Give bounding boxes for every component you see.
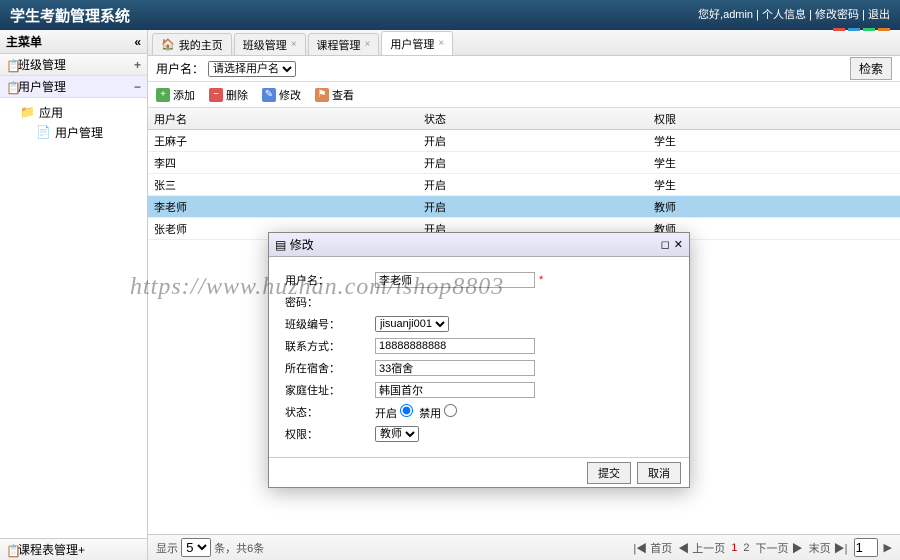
close-icon[interactable]: ×	[291, 39, 297, 50]
expand-icon[interactable]: +	[134, 58, 141, 72]
label-dorm: 所在宿舍：	[285, 360, 375, 376]
close-icon[interactable]: ×	[438, 38, 444, 49]
goto-input[interactable]	[854, 538, 878, 557]
address-input[interactable]	[375, 382, 535, 398]
dialog-titlebar[interactable]: ▤ 修改 ◻ ✕	[269, 233, 689, 257]
edit-button[interactable]: ✎修改	[262, 87, 301, 103]
link-profile[interactable]: 个人信息	[762, 9, 806, 21]
list-icon: 📋	[6, 81, 18, 93]
status-off-radio[interactable]	[444, 404, 457, 417]
prev-page[interactable]: ◀ 上一页	[678, 540, 725, 556]
close-icon[interactable]: ✕	[674, 238, 683, 251]
toolbar: +添加 −删除 ✎修改 ⚑查看	[148, 82, 900, 108]
page-1[interactable]: 1	[731, 542, 737, 554]
filter-bar: 用户名： 请选择用户名 检索	[148, 56, 900, 82]
edit-dialog: ▤ 修改 ◻ ✕ 用户名： * 密码： 班级编号：jisuanji001 联系方式…	[268, 232, 690, 488]
label-contact: 联系方式：	[285, 338, 375, 354]
goto-button[interactable]: ▶	[884, 541, 892, 554]
view-button[interactable]: ⚑查看	[315, 87, 354, 103]
first-page[interactable]: |◀ 首页	[633, 540, 672, 556]
minus-icon: −	[209, 88, 223, 102]
dorm-input[interactable]	[375, 360, 535, 376]
tab-user[interactable]: 用户管理×	[381, 31, 453, 55]
tab-course[interactable]: 课程管理×	[308, 33, 380, 55]
role-select[interactable]: 教师	[375, 426, 419, 442]
welcome-text: 您好,admin	[698, 9, 753, 21]
page-2[interactable]: 2	[743, 542, 749, 554]
submit-button[interactable]: 提交	[587, 462, 631, 484]
username-select[interactable]: 请选择用户名	[208, 61, 296, 77]
add-button[interactable]: +添加	[156, 87, 195, 103]
status-on-radio[interactable]	[400, 404, 413, 417]
link-logout[interactable]: 退出	[868, 9, 890, 21]
next-page[interactable]: 下一页 ▶	[756, 540, 803, 556]
col-role[interactable]: 权限	[648, 108, 900, 129]
label-address: 家庭住址：	[285, 382, 375, 398]
search-button[interactable]: 检索	[850, 57, 892, 80]
sidebar-tree: 📁 应用 📄 用户管理	[0, 98, 147, 146]
col-username[interactable]: 用户名	[148, 108, 418, 129]
app-title: 学生考勤管理系统	[10, 5, 130, 26]
sidebar-item-class[interactable]: 📋 班级管理 +	[0, 54, 147, 76]
label-status: 状态：	[285, 404, 375, 420]
theme-bars	[833, 28, 890, 31]
label-username: 用户名：	[285, 272, 375, 288]
table-row[interactable]: 张三开启学生	[148, 174, 900, 196]
label-class: 班级编号：	[285, 316, 375, 332]
collapse-icon[interactable]: −	[134, 80, 141, 94]
contact-input[interactable]	[375, 338, 535, 354]
expand-icon[interactable]: +	[78, 543, 85, 557]
table-row[interactable]: 李四开启学生	[148, 152, 900, 174]
label-role: 权限：	[285, 426, 375, 442]
filter-label: 用户名：	[156, 60, 204, 77]
required-icon: *	[539, 274, 543, 286]
pencil-icon: ✎	[262, 88, 276, 102]
col-status[interactable]: 状态	[418, 108, 648, 129]
sidebar-item-schedule[interactable]: 📋 课程表管理 +	[0, 538, 147, 560]
table-row[interactable]: 王麻子开启学生	[148, 130, 900, 152]
folder-icon: 📁	[20, 105, 35, 119]
link-password[interactable]: 修改密码	[815, 9, 859, 21]
tree-folder[interactable]: 📁 应用	[20, 102, 147, 122]
close-icon[interactable]: ×	[365, 39, 371, 50]
list-icon: 📋	[6, 59, 18, 71]
username-input[interactable]	[375, 272, 535, 288]
sidebar-title: 主菜单 «	[0, 30, 147, 54]
list-icon: 📋	[6, 544, 18, 556]
app-header: 学生考勤管理系统 您好,admin | 个人信息 | 修改密码 | 退出	[0, 0, 900, 30]
collapse-icon[interactable]: «	[134, 35, 141, 49]
last-page[interactable]: 末页 ▶|	[809, 540, 848, 556]
label-password: 密码：	[285, 294, 375, 310]
tab-bar: 🏠我的主页 班级管理× 课程管理× 用户管理×	[148, 30, 900, 56]
flag-icon: ⚑	[315, 88, 329, 102]
tab-home[interactable]: 🏠我的主页	[152, 33, 232, 55]
dialog-title: 修改	[290, 236, 314, 253]
page-icon: 📄	[36, 125, 51, 139]
table-row[interactable]: 李老师开启教师	[148, 196, 900, 218]
cancel-button[interactable]: 取消	[637, 462, 681, 484]
pager: 显示 5 条，共6条 |◀ 首页 ◀ 上一页 1 2 下一页 ▶ 末页 ▶| ▶	[148, 534, 900, 560]
home-icon: 🏠	[161, 38, 175, 51]
maximize-icon[interactable]: ◻	[661, 238, 670, 251]
tab-class[interactable]: 班级管理×	[234, 33, 306, 55]
plus-icon: +	[156, 88, 170, 102]
header-links: 您好,admin | 个人信息 | 修改密码 | 退出	[698, 0, 890, 30]
form-icon: ▤	[275, 238, 286, 252]
sidebar: 主菜单 « 📋 班级管理 + 📋 用户管理 − 📁 应用 📄 用户管理 📋	[0, 30, 148, 560]
grid-header: 用户名 状态 权限	[148, 108, 900, 130]
tree-leaf-user[interactable]: 📄 用户管理	[20, 122, 147, 142]
class-select[interactable]: jisuanji001	[375, 316, 449, 332]
page-size-select[interactable]: 5	[181, 538, 211, 557]
sidebar-item-user[interactable]: 📋 用户管理 −	[0, 76, 147, 98]
delete-button[interactable]: −删除	[209, 87, 248, 103]
